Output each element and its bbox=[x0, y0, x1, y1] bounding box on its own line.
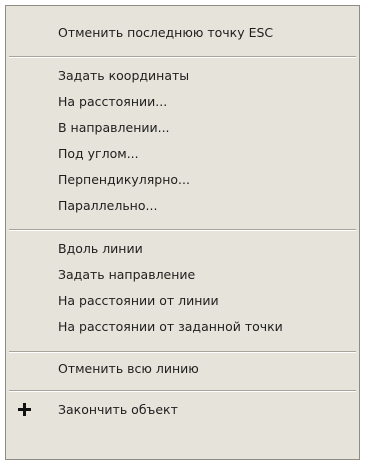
menu-item-parallel[interactable]: Параллельно... bbox=[6, 193, 359, 219]
menu-separator bbox=[9, 390, 356, 392]
menu-item-distance-from-point[interactable]: На расстоянии от заданной точки bbox=[6, 314, 359, 340]
menu-item-label: На расстоянии... bbox=[58, 94, 168, 109]
menu-item-in-direction[interactable]: В направлении... bbox=[6, 115, 359, 141]
menu-item-label: Перпендикулярно... bbox=[58, 172, 190, 187]
menu-item-distance-from-line[interactable]: На расстоянии от линии bbox=[6, 288, 359, 314]
menu-item-at-distance[interactable]: На расстоянии... bbox=[6, 89, 359, 115]
menu-item-label: В направлении... bbox=[58, 120, 170, 135]
menu-item-label: Закончить объект bbox=[58, 402, 178, 417]
menu-item-label: Отменить последнюю точку ESC bbox=[58, 25, 274, 40]
context-menu: Отменить последнюю точку ESC Задать коор… bbox=[5, 5, 360, 460]
menu-item-label: На расстоянии от линии bbox=[58, 293, 219, 308]
menu-item-label: На расстоянии от заданной точки bbox=[58, 319, 283, 334]
menu-item-label: Задать координаты bbox=[58, 68, 190, 83]
menu-separator bbox=[9, 56, 356, 58]
menu-item-perpendicular[interactable]: Перпендикулярно... bbox=[6, 167, 359, 193]
menu-separator bbox=[9, 351, 356, 353]
menu-item-along-line[interactable]: Вдоль линии bbox=[6, 236, 359, 262]
menu-separator bbox=[9, 229, 356, 231]
menu-item-label: Вдоль линии bbox=[58, 241, 143, 256]
menu-item-label: Параллельно... bbox=[58, 198, 158, 213]
menu-item-undo-last-point[interactable]: Отменить последнюю точку ESC bbox=[6, 20, 359, 46]
menu-item-at-angle[interactable]: Под углом... bbox=[6, 141, 359, 167]
menu-item-label: Отменить всю линию bbox=[58, 361, 199, 376]
menu-item-set-coordinates[interactable]: Задать координаты bbox=[6, 63, 359, 89]
plus-icon bbox=[18, 403, 31, 416]
menu-item-label: Под углом... bbox=[58, 146, 139, 161]
menu-item-label: Задать направление bbox=[58, 267, 196, 282]
menu-item-finish-object[interactable]: Закончить объект bbox=[6, 397, 359, 423]
menu-item-set-direction[interactable]: Задать направление bbox=[6, 262, 359, 288]
menu-item-undo-entire-line[interactable]: Отменить всю линию bbox=[6, 356, 359, 382]
